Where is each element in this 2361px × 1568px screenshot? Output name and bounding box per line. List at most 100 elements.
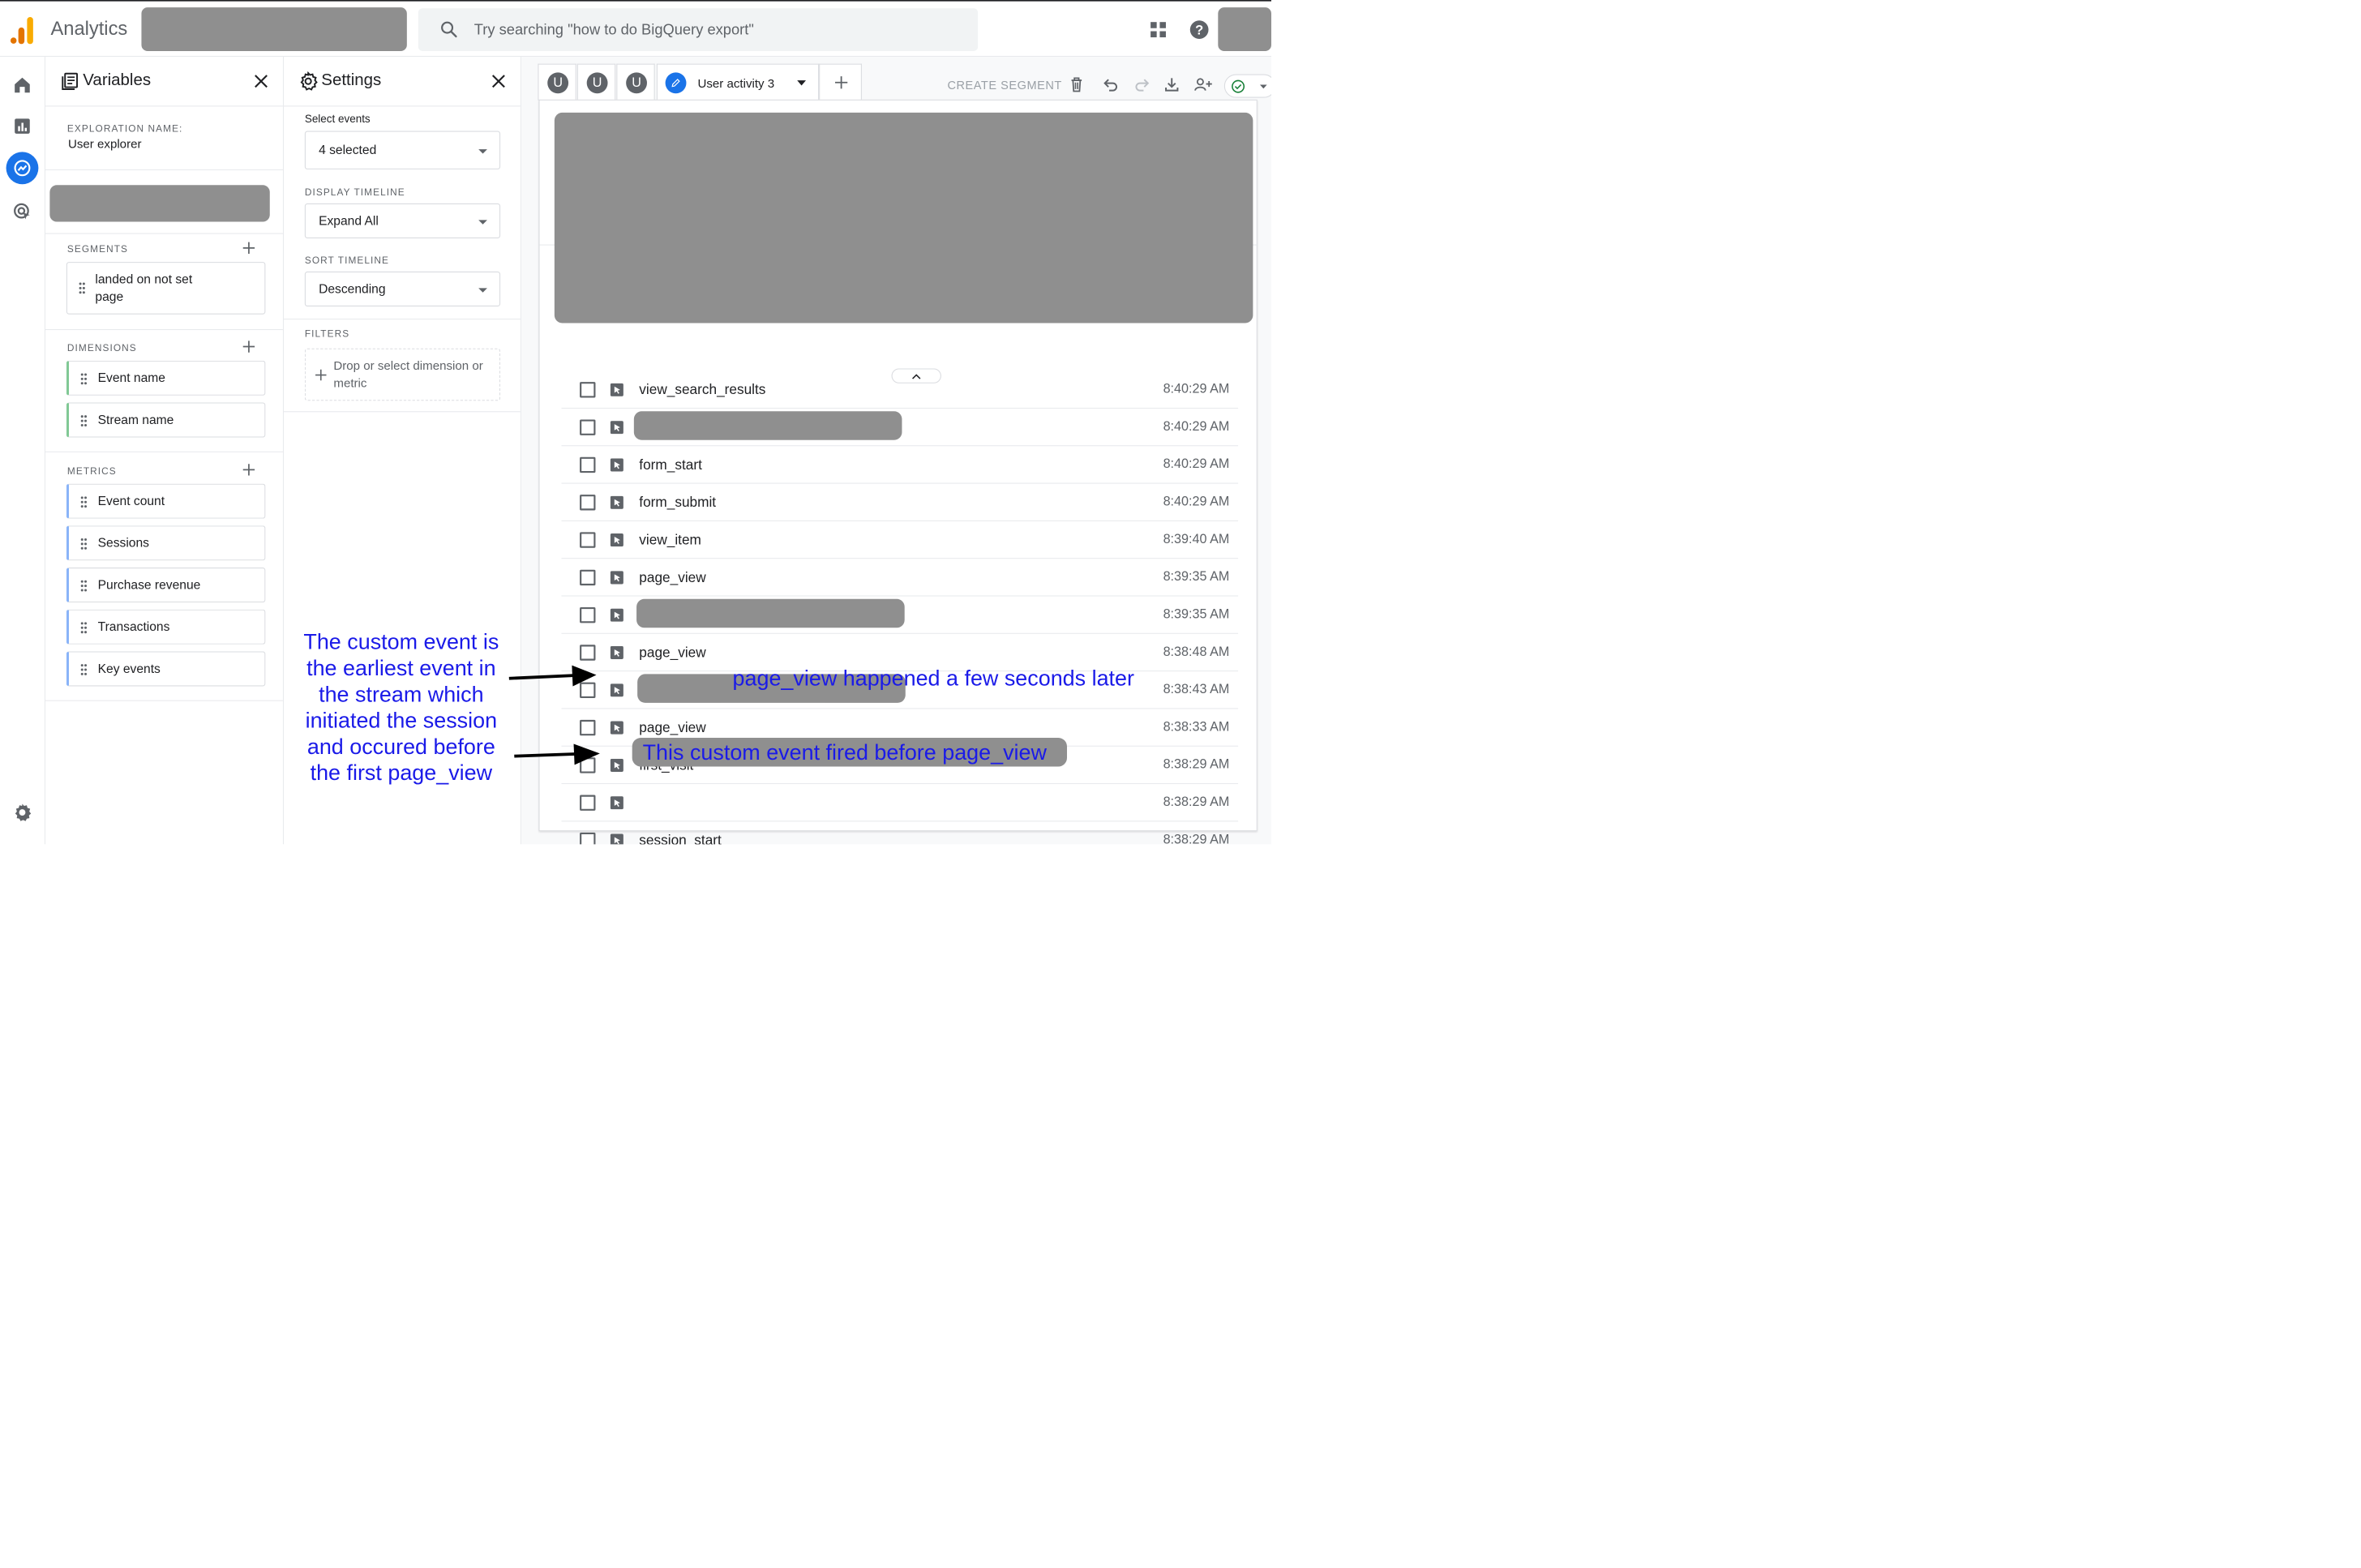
segment-chip[interactable]: landed on not set page: [66, 262, 266, 315]
segment-name: landed on not set page: [95, 272, 193, 304]
row-checkbox[interactable]: [580, 495, 596, 511]
save-status-menu[interactable]: [1223, 74, 1271, 98]
analytics-logo[interactable]: [10, 16, 33, 45]
tab-user[interactable]: U: [538, 63, 576, 101]
display-timeline-value: Expand All: [319, 213, 379, 229]
tab-user-activity[interactable]: User activity 3: [656, 63, 820, 101]
dimension-chip-event-name[interactable]: Event name: [66, 360, 266, 396]
drag-handle-icon[interactable]: [80, 663, 88, 675]
drag-handle-icon[interactable]: [80, 373, 88, 385]
row-checkbox[interactable]: [580, 606, 596, 623]
advertising-icon[interactable]: [12, 202, 32, 222]
create-segment-button[interactable]: CREATE SEGMENT: [947, 79, 1061, 92]
share-user-icon[interactable]: [1193, 76, 1214, 94]
event-name: page_view: [639, 719, 706, 735]
apps-grid-icon[interactable]: [1149, 20, 1168, 39]
close-icon[interactable]: [252, 72, 270, 90]
tab-user[interactable]: U: [616, 63, 655, 101]
event-row[interactable]: form_start 8:40:29 AM: [561, 446, 1239, 484]
event-row[interactable]: page_view 8:39:35 AM: [561, 559, 1239, 597]
event-icon: [610, 796, 623, 810]
metric-label: Purchase revenue: [97, 577, 201, 593]
row-checkbox[interactable]: [580, 532, 596, 548]
undo-icon[interactable]: [1102, 76, 1120, 94]
home-icon[interactable]: [12, 75, 32, 96]
drag-handle-icon[interactable]: [80, 580, 88, 592]
add-metric-icon[interactable]: [242, 463, 255, 477]
drag-handle-icon[interactable]: [80, 415, 88, 427]
select-events-dropdown[interactable]: 4 selected: [304, 131, 501, 169]
event-time: 8:40:29 AM: [1163, 456, 1230, 471]
row-checkbox[interactable]: [580, 645, 596, 661]
display-timeline-dropdown[interactable]: Expand All: [304, 203, 501, 238]
search-input[interactable]: Try searching "how to do BigQuery export…: [474, 21, 754, 38]
add-dimension-icon[interactable]: [242, 340, 255, 353]
annotation-arrow-icon: [514, 743, 600, 765]
close-icon[interactable]: [490, 72, 508, 90]
exploration-name-value[interactable]: User explorer: [68, 137, 141, 151]
explore-nav-active[interactable]: [6, 152, 39, 185]
event-icon: [610, 645, 623, 660]
tab-bar: U U U User activity 3 CREATE SEGMENT: [538, 63, 1271, 101]
dimension-chip-stream-name[interactable]: Stream name: [66, 402, 266, 438]
metric-chip-key-events[interactable]: Key events: [66, 651, 266, 687]
metric-chip-purchase-revenue[interactable]: Purchase revenue: [66, 567, 266, 603]
download-icon[interactable]: [1163, 76, 1180, 94]
settings-gear-icon[interactable]: [12, 803, 32, 823]
drag-handle-icon[interactable]: [80, 622, 88, 634]
event-row[interactable]: 8:40:29 AM: [561, 409, 1239, 447]
row-checkbox[interactable]: [580, 832, 596, 845]
redacted-account-selector[interactable]: [141, 7, 407, 51]
row-checkbox[interactable]: [580, 719, 596, 736]
sort-timeline-label: SORT TIMELINE: [304, 255, 390, 266]
event-time: 8:39:35 AM: [1163, 569, 1230, 584]
variables-panel: Variables EXPLORATION NAME: User explore…: [45, 56, 284, 845]
metric-chip-transactions[interactable]: Transactions: [66, 609, 266, 645]
search-bar[interactable]: Try searching "how to do BigQuery export…: [418, 8, 979, 51]
row-checkbox[interactable]: [580, 456, 596, 473]
filters-dropzone[interactable]: Drop or select dimension or metric: [304, 348, 501, 401]
event-icon: [610, 683, 623, 697]
redacted-date-range[interactable]: [49, 185, 270, 222]
row-checkbox[interactable]: [580, 382, 596, 398]
event-name: page_view: [639, 569, 706, 585]
divider: [283, 411, 521, 413]
tab-menu-caret-icon[interactable]: [797, 80, 806, 86]
metric-chip-sessions[interactable]: Sessions: [66, 525, 266, 561]
row-checkbox[interactable]: [580, 569, 596, 586]
settings-icon: [300, 71, 318, 91]
svg-text:?: ?: [1195, 23, 1203, 37]
dimension-label: Stream name: [97, 413, 174, 427]
reports-icon[interactable]: [12, 116, 32, 136]
event-row[interactable]: 8:38:29 AM: [561, 784, 1239, 822]
help-icon[interactable]: ?: [1189, 19, 1210, 40]
event-name: page_view: [639, 644, 706, 661]
redacted-avatar[interactable]: [1218, 7, 1271, 51]
row-checkbox[interactable]: [580, 419, 596, 435]
dimension-label: Event name: [97, 371, 165, 385]
event-icon: [610, 421, 623, 435]
drag-handle-icon[interactable]: [80, 496, 88, 508]
annotation-custom-event-highlight: This custom event fired before page_view: [632, 737, 1067, 767]
event-row[interactable]: view_item 8:39:40 AM: [561, 521, 1239, 559]
user-activity-table: view_search_results 8:40:29 AM 8:40:29 A…: [538, 99, 1258, 845]
redo-icon[interactable]: [1133, 76, 1151, 94]
row-checkbox[interactable]: [580, 795, 596, 811]
event-time: 8:38:33 AM: [1163, 719, 1230, 735]
drag-handle-icon[interactable]: [79, 282, 86, 294]
event-row[interactable]: session_start 8:38:29 AM: [561, 821, 1238, 845]
delete-icon[interactable]: [1068, 76, 1086, 94]
event-row[interactable]: 8:39:35 AM: [561, 597, 1239, 634]
exploration-name-label: EXPLORATION NAME:: [66, 122, 183, 135]
dropdown-caret-icon: [478, 288, 487, 293]
metric-chip-event-count[interactable]: Event count: [66, 483, 266, 519]
drag-handle-icon[interactable]: [80, 538, 88, 550]
event-row[interactable]: form_submit 8:40:29 AM: [561, 484, 1239, 521]
event-time: 8:39:35 AM: [1163, 606, 1230, 622]
sort-timeline-dropdown[interactable]: Descending: [304, 271, 501, 306]
tab-user[interactable]: U: [576, 63, 616, 101]
add-filter-icon[interactable]: [315, 368, 328, 381]
event-row[interactable]: view_search_results 8:40:29 AM: [561, 371, 1239, 409]
add-tab-button[interactable]: [819, 63, 862, 101]
add-segment-icon[interactable]: [242, 241, 255, 255]
